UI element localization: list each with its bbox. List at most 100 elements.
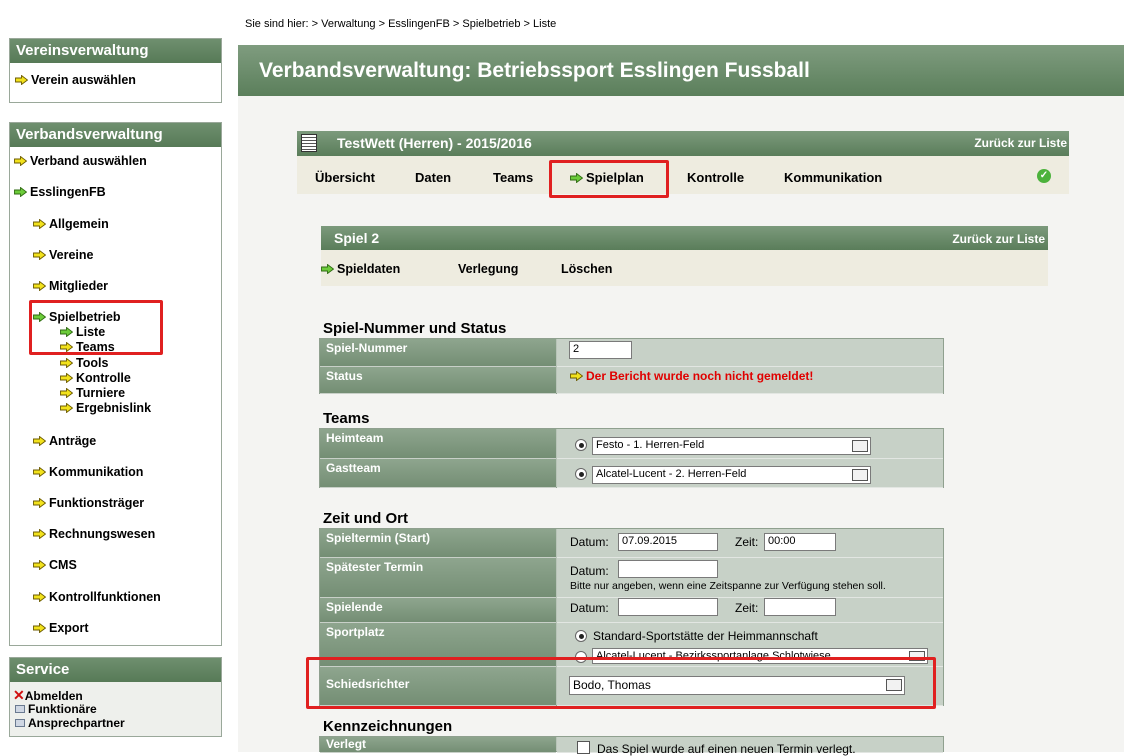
section-nummer-status: Spiel-Nummer und Status	[323, 320, 507, 337]
sidebar-item-cms[interactable]: CMS	[33, 558, 77, 572]
section-zeit-ort: Zeit und Ort	[323, 510, 408, 527]
tab-kommunikation[interactable]: Kommunikation	[784, 170, 882, 185]
competition-tabs: Übersicht Daten Teams Spielplan Kontroll…	[297, 156, 1069, 194]
service-abmelden[interactable]: ✕Abmelden	[13, 687, 83, 703]
arrow-icon	[14, 187, 27, 197]
verbandsverwaltung-title: Verbandsverwaltung	[10, 123, 221, 147]
highlight-schiedsrichter	[306, 657, 936, 709]
spieltermin-zeit-label: Zeit:	[735, 535, 759, 549]
sidebar-item-antraege[interactable]: Anträge	[33, 434, 96, 448]
arrow-icon	[33, 592, 46, 602]
competition-back-link[interactable]: Zurück zur Liste	[974, 136, 1067, 150]
tab-teams[interactable]: Teams	[493, 170, 533, 185]
verlegt-label: Das Spiel wurde auf einen neuen Termin v…	[597, 742, 856, 756]
sidebar-item-funktionstraeger[interactable]: Funktionsträger	[33, 496, 144, 510]
arrow-icon	[33, 498, 46, 508]
highlight-spielplan	[549, 160, 669, 198]
arrow-icon	[33, 219, 46, 229]
spielende-datum-input[interactable]	[618, 598, 718, 616]
spielende-datum-label: Datum:	[570, 601, 609, 615]
arrow-icon	[33, 281, 46, 291]
sportplatz-standard-radio[interactable]	[575, 630, 587, 642]
sidebar-item-mitglieder[interactable]: Mitglieder	[33, 279, 108, 293]
close-icon: ✕	[13, 687, 25, 703]
arrow-icon	[33, 529, 46, 539]
label-gastteam: Gastteam	[320, 459, 556, 488]
label-spielende: Spielende	[320, 598, 556, 623]
spiel-nummer-input[interactable]: 2	[569, 341, 632, 359]
label-spaetester: Spätester Termin	[320, 558, 556, 598]
tab-daten[interactable]: Daten	[415, 170, 451, 185]
arrow-icon	[60, 388, 73, 398]
spaetester-datum-label: Datum:	[570, 564, 609, 578]
spieltermin-datum-label: Datum:	[570, 535, 609, 549]
card-icon	[15, 719, 25, 727]
arrow-icon	[60, 373, 73, 383]
arrow-icon	[15, 75, 28, 85]
sidebar-item-vereine[interactable]: Vereine	[33, 248, 93, 262]
arrow-icon	[33, 250, 46, 260]
label-spiel-nummer: Spiel-Nummer	[320, 339, 556, 367]
verlegt-checkbox[interactable]	[577, 741, 590, 754]
spiel-header: Spiel 2 Zurück zur Liste	[321, 226, 1048, 250]
spielende-zeit-label: Zeit:	[735, 601, 759, 615]
label-verlegt: Verlegt	[320, 737, 556, 753]
sidebar-sub-kontrolle[interactable]: Kontrolle	[60, 372, 131, 385]
tab-kontrolle[interactable]: Kontrolle	[687, 170, 744, 185]
arrow-icon	[33, 560, 46, 570]
gastteam-select[interactable]: Alcatel-Lucent - 2. Herren-Feld	[592, 466, 871, 484]
spiel-back-link[interactable]: Zurück zur Liste	[952, 232, 1045, 246]
sidebar-item-kontrollfunktionen[interactable]: Kontrollfunktionen	[33, 590, 161, 604]
arrow-icon	[33, 623, 46, 633]
sidebar-item-export[interactable]: Export	[33, 621, 89, 635]
service-funktionaere[interactable]: Funktionäre	[15, 703, 97, 716]
spieltermin-zeit-input[interactable]: 00:00	[764, 533, 836, 551]
arrow-icon	[60, 403, 73, 413]
arrow-icon	[60, 358, 73, 368]
page-title: Verbandsverwaltung: Betriebssport Esslin…	[238, 45, 1124, 96]
competition-header: TestWett (Herren) - 2015/2016 Zurück zur…	[297, 131, 1069, 156]
table-icon	[301, 134, 317, 152]
service-ansprechpartner[interactable]: Ansprechpartner	[15, 717, 125, 730]
sidebar-item-allgemein[interactable]: Allgemein	[33, 217, 109, 231]
chevron-down-icon	[852, 440, 868, 452]
tab-loeschen[interactable]: Löschen	[561, 262, 612, 276]
tab-spieldaten[interactable]: Spieldaten	[321, 262, 400, 276]
arrow-icon	[33, 436, 46, 446]
spielende-zeit-input[interactable]	[764, 598, 836, 616]
heimteam-select[interactable]: Festo - 1. Herren-Feld	[592, 437, 871, 455]
section-kennzeichnungen: Kennzeichnungen	[323, 718, 453, 735]
tab-verlegung[interactable]: Verlegung	[458, 262, 518, 276]
vereinsverwaltung-title: Vereinsverwaltung	[10, 39, 221, 63]
arrow-icon	[14, 156, 27, 166]
sidebar-sub-ergebnislink[interactable]: Ergebnislink	[60, 402, 151, 415]
service-title: Service	[10, 658, 221, 682]
sidebar-item-verein-auswaehlen[interactable]: Verein auswählen	[15, 73, 136, 87]
sidebar-item-esslingenfb[interactable]: EsslingenFB	[14, 185, 106, 199]
heimteam-radio[interactable]	[575, 439, 587, 451]
card-icon	[15, 705, 25, 713]
sidebar-item-kommunikation[interactable]: Kommunikation	[33, 465, 143, 479]
sidebar-sub-turniere[interactable]: Turniere	[60, 387, 125, 400]
label-spieltermin: Spieltermin (Start)	[320, 529, 556, 558]
sidebar-sub-tools[interactable]: Tools	[60, 357, 108, 370]
label-status: Status	[320, 367, 556, 394]
gastteam-radio[interactable]	[575, 468, 587, 480]
sidebar-item-rechnungswesen[interactable]: Rechnungswesen	[33, 527, 155, 541]
spiel-title: Spiel 2	[334, 230, 380, 246]
label-heimteam: Heimteam	[320, 429, 556, 459]
spiel-tabs: Spieldaten Verlegung Löschen	[321, 250, 1048, 286]
spaetester-datum-input[interactable]	[618, 560, 718, 578]
section-teams: Teams	[323, 410, 370, 427]
vereinsverwaltung-panel: Vereinsverwaltung Verein auswählen	[9, 38, 222, 103]
spaetester-hint: Bitte nur angeben, wenn eine Zeitspanne …	[570, 580, 886, 592]
spieltermin-datum-input[interactable]: 07.09.2015	[618, 533, 718, 551]
arrow-icon	[570, 371, 583, 381]
tab-uebersicht[interactable]: Übersicht	[315, 170, 375, 185]
sidebar-item-verband-auswaehlen[interactable]: Verband auswählen	[14, 154, 147, 168]
arrow-icon	[33, 467, 46, 477]
check-icon: ✓	[1037, 169, 1051, 183]
breadcrumb: Sie sind hier: > Verwaltung > EsslingenF…	[245, 18, 557, 30]
value-cell	[557, 558, 943, 598]
arrow-icon	[321, 264, 334, 274]
